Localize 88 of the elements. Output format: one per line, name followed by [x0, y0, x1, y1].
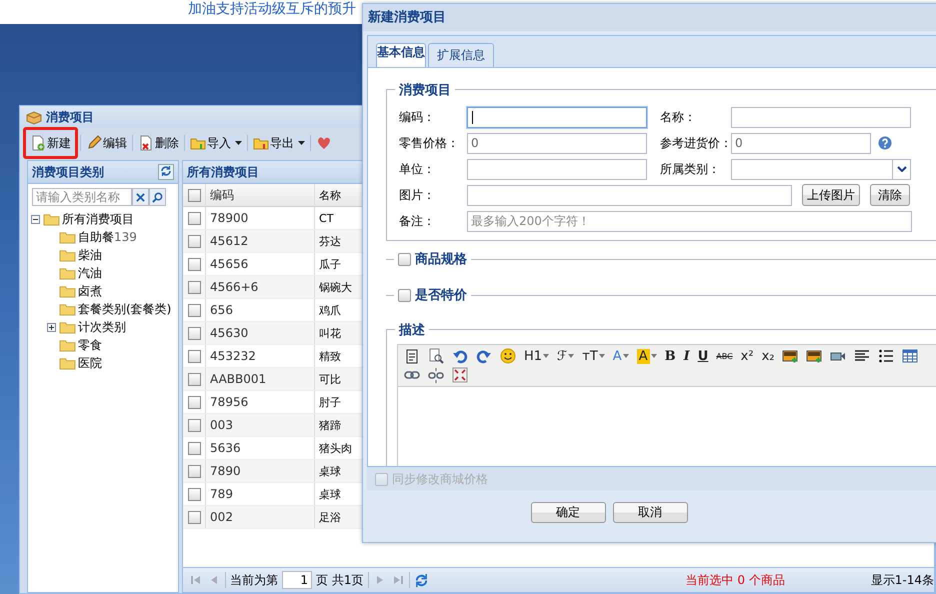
tree-item[interactable]: 自助餐139 — [78, 228, 137, 246]
table-cell-text: 猪蹄 — [318, 418, 342, 432]
dialog-button[interactable]: 确定 — [530, 502, 606, 523]
table-cell: 45656 — [206, 253, 316, 275]
field-label: 零售价格： — [399, 134, 460, 152]
table-cell-text: 足浴 — [318, 510, 342, 524]
table-cell-text: 芬达 — [318, 234, 342, 248]
editor-tool[interactable]: тT — [582, 348, 598, 364]
input-field[interactable]: 0 — [467, 132, 647, 154]
tree-item[interactable]: 套餐类别(套餐类) — [78, 300, 172, 318]
toolbar-button[interactable]: 删除 — [135, 131, 182, 155]
tab[interactable]: 基本信息 — [376, 43, 426, 67]
section-title: 是否特价 — [415, 287, 467, 304]
checkbox-label: 同步修改商城价格 — [392, 470, 488, 488]
table-cell-text: 桌球 — [318, 486, 342, 502]
table-cell-text: 锅碗大 — [318, 280, 352, 294]
table-cell-text: 肘子 — [318, 394, 342, 410]
table-cell: 7890 — [206, 460, 316, 482]
table-cell: 45612 — [206, 230, 316, 252]
tab[interactable]: 扩展信息 — [428, 43, 494, 67]
field-label: 名称： — [660, 108, 697, 126]
table-cell: 002 — [206, 506, 316, 528]
table-cell-text: CT — [318, 212, 334, 224]
column-header[interactable]: 编码 — [206, 184, 316, 206]
editor-tool[interactable]: H1 — [524, 348, 542, 364]
table-cell-text: 猪头肉 — [318, 440, 352, 456]
table-cell: AABB001 — [206, 368, 316, 390]
search-field[interactable]: 请输入类别名称 — [32, 188, 132, 206]
tree-item[interactable]: 汽油 — [78, 264, 102, 282]
table-cell: 656 — [206, 299, 316, 321]
table-cell: 78956 — [206, 391, 316, 413]
editor-tool[interactable]: x² — [740, 348, 754, 364]
page-field[interactable]: 1 — [282, 571, 312, 589]
tree-item[interactable]: 计次类别 — [78, 318, 126, 336]
table-cell-text: 瓜子 — [318, 256, 342, 272]
clear-button[interactable]: 清除 — [870, 184, 910, 206]
table-cell-text: 可比 — [318, 372, 342, 386]
tree-item[interactable]: 医院 — [78, 354, 102, 372]
table-cell: 789 — [206, 483, 316, 505]
field-label: 图片： — [399, 186, 436, 204]
table-cell: 003 — [206, 414, 316, 436]
table-cell-text: 精致 — [318, 348, 342, 364]
upload-button[interactable]: 上传图片 — [802, 184, 860, 206]
field-label: 参考进货价： — [660, 134, 731, 152]
field-label: 编码： — [399, 108, 436, 126]
table-cell-text: 桌球 — [318, 464, 342, 478]
editor-tool[interactable]: A — [612, 348, 622, 364]
table-cell: 4566+6 — [206, 276, 316, 298]
editor-tool[interactable]: I — [684, 348, 690, 364]
field-label: 单位： — [399, 160, 436, 178]
table-cell: 453232 — [206, 345, 316, 367]
table-cell: 78900 — [206, 207, 316, 229]
panel-title: 所有消费项目 — [187, 164, 260, 180]
editor-tool[interactable]: B — [664, 348, 676, 364]
tree-item[interactable]: 所有消费项目 — [62, 210, 134, 228]
editor-tool[interactable]: ABC — [716, 352, 733, 360]
table-cell: 5636 — [206, 437, 316, 459]
dialog-title: 新建消费项目 — [363, 4, 936, 31]
input-field[interactable]: 0 — [731, 132, 871, 154]
dialog-button[interactable]: 取消 — [612, 502, 688, 523]
window-title: 消费项目 — [46, 108, 94, 126]
editor-tool[interactable]: A — [636, 348, 650, 364]
table-cell-text: 鸡爪 — [318, 302, 342, 318]
selection-count: 当前选中 0 个商品 — [686, 572, 785, 588]
table-cell-text: 叫花 — [318, 326, 342, 340]
panel-title: 消费项目类别 — [32, 164, 104, 180]
field-label: 所属类别： — [660, 160, 721, 178]
editor-tool[interactable]: x₂ — [762, 348, 774, 364]
notice-link[interactable]: 加油支持活动级互斥的预升 — [188, 1, 356, 17]
toolbar-button[interactable]: 编辑 — [83, 131, 130, 155]
input-field[interactable]: 最多输入200个字符！ — [467, 210, 912, 232]
toolbar-button[interactable]: 导入 — [187, 131, 245, 155]
pager-text: 当前为第 — [230, 572, 278, 588]
column-header[interactable]: 名称 — [315, 188, 342, 202]
tree-item[interactable]: 零食 — [78, 336, 102, 354]
group-title: 消费项目 — [395, 81, 455, 99]
tree-item[interactable]: 卤煮 — [78, 282, 102, 300]
pager-text: 页 共1页 — [316, 572, 364, 588]
tree-item[interactable]: 柴油 — [78, 246, 102, 264]
section-title: 商品规格 — [415, 250, 467, 268]
editor-tool[interactable]: U — [698, 348, 708, 364]
range-text: 显示1-14条 — [870, 572, 934, 588]
field-label: 备注： — [399, 212, 436, 230]
table-cell: 45630 — [206, 322, 316, 344]
toolbar-button[interactable]: 导出 — [250, 131, 308, 155]
group-title: 描述 — [395, 321, 429, 339]
rich-text-editor[interactable]: H1 ℱ тT A A B I U ABC x² x₂ — [397, 344, 936, 466]
editor-tool[interactable]: ℱ — [557, 348, 568, 364]
